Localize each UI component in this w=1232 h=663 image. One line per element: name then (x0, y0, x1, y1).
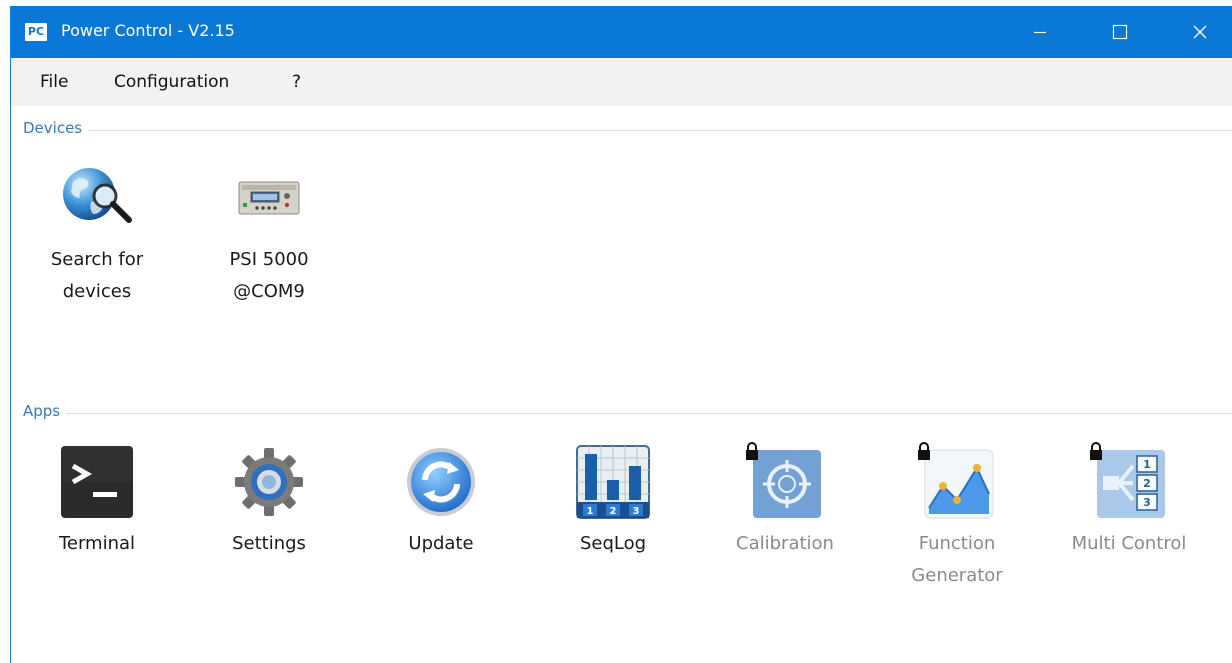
svg-text:2: 2 (610, 506, 617, 517)
terminal-icon (61, 446, 133, 518)
app-label-line2: Generator (911, 565, 1003, 586)
device-tile-psi5000[interactable]: PSI 5000 @COM9 (183, 158, 355, 308)
maximize-button[interactable] (1081, 6, 1159, 58)
svg-text:1: 1 (1143, 458, 1151, 471)
app-label: Terminal (58, 533, 136, 554)
app-label: Update (408, 533, 474, 554)
svg-text:3: 3 (633, 506, 640, 517)
devices-divider (51, 130, 1232, 131)
device-label-line1: PSI 5000 (229, 249, 309, 270)
apps-divider (51, 413, 1232, 414)
app-tile-calibration[interactable]: Calibration (699, 442, 871, 560)
main-window: PC Power Control - V2.15 File Configurat… (10, 6, 1232, 663)
menu-bar: File Configuration ? (11, 58, 1232, 106)
svg-text:1: 1 (587, 506, 594, 517)
lock-icon (746, 442, 758, 460)
device-label-line2: devices (62, 281, 132, 302)
power-supply-icon (238, 181, 300, 215)
title-bar[interactable]: PC Power Control - V2.15 (11, 6, 1232, 58)
gear-icon (235, 448, 303, 516)
maximize-icon (1112, 24, 1128, 40)
app-tile-settings[interactable]: Settings (183, 442, 355, 560)
apps-section-label: Apps (23, 402, 67, 420)
multi-control-icon: 1 2 3 (1090, 442, 1165, 518)
device-label-line2: @COM9 (233, 281, 305, 302)
app-tile-multi-control[interactable]: 1 2 3 Multi Control (1043, 442, 1215, 560)
lock-icon (918, 442, 930, 460)
app-logo-icon: PC (25, 23, 47, 41)
window-title: Power Control - V2.15 (61, 21, 235, 40)
calibration-icon (746, 442, 821, 518)
menu-file[interactable]: File (40, 71, 68, 93)
globe-search-icon (63, 168, 132, 223)
devices-section-label: Devices (23, 119, 89, 137)
lock-icon (1090, 442, 1102, 460)
app-tile-update[interactable]: Update (355, 442, 527, 560)
minimize-icon (1034, 31, 1046, 34)
seqlog-icon: 1 2 3 (576, 445, 650, 519)
app-label-line1: Function (918, 533, 996, 554)
app-tile-function-generator[interactable]: Function Generator (871, 442, 1043, 592)
device-label-line1: Search for (50, 249, 144, 270)
app-label: Multi Control (1071, 533, 1187, 554)
menu-help[interactable]: ? (292, 71, 301, 93)
app-tile-seqlog[interactable]: 1 2 3 SeqLog (527, 442, 699, 560)
function-generator-icon (918, 442, 994, 519)
update-icon (407, 448, 475, 516)
app-label: SeqLog (579, 533, 647, 554)
svg-text:3: 3 (1143, 496, 1151, 509)
minimize-button[interactable] (1001, 6, 1079, 58)
menu-configuration[interactable]: Configuration (114, 71, 229, 93)
app-label: Settings (232, 533, 306, 554)
device-tile-search[interactable]: Search for devices (11, 158, 183, 308)
app-tile-terminal[interactable]: Terminal (11, 442, 183, 560)
close-button[interactable] (1161, 6, 1232, 58)
app-label: Calibration (736, 533, 834, 554)
svg-text:2: 2 (1143, 477, 1151, 490)
close-icon (1193, 25, 1207, 39)
